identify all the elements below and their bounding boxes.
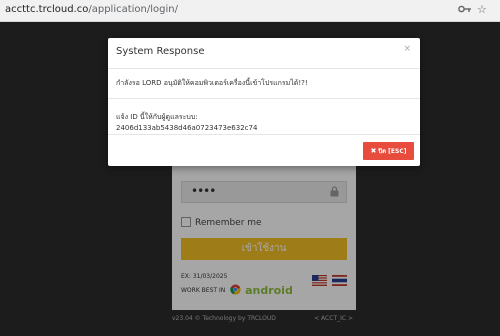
close-x-icon: ✖: [370, 147, 377, 155]
modal-header: System Response ×: [108, 38, 420, 69]
modal-info: แจ้ง ID นี้ให้กับผู้ดูแลระบบ: 2406d133ab…: [116, 112, 257, 134]
url-path: /application/login/: [88, 4, 178, 15]
modal-title: System Response: [116, 46, 205, 57]
system-response-modal: System Response × กำลังรอ LORD อนุมัติให…: [108, 38, 420, 166]
device-id: 2406d133ab5438d46a0723473e632c74: [116, 124, 258, 132]
modal-message: กำลังรอ LORD อนุมัติให้คอมพิวเตอร์เครื่อ…: [116, 79, 308, 87]
star-bookmark-icon[interactable]: ☆: [477, 4, 487, 16]
close-icon[interactable]: ×: [403, 44, 411, 54]
url-host: accttc.trcloud.co: [5, 4, 89, 15]
key-icon[interactable]: [458, 4, 472, 17]
info-line-label: แจ้ง ID นี้ให้กับผู้ดูแลระบบ:: [116, 113, 198, 121]
divider: [108, 98, 420, 99]
url-text[interactable]: accttc.trcloud.co/application/login/: [5, 4, 178, 15]
close-esc-button[interactable]: ✖ ปิด [ESC]: [363, 142, 414, 160]
close-button-label: ปิด [ESC]: [378, 148, 407, 155]
divider: [108, 134, 420, 135]
browser-address-bar[interactable]: accttc.trcloud.co/application/login/ ☆: [0, 0, 500, 22]
